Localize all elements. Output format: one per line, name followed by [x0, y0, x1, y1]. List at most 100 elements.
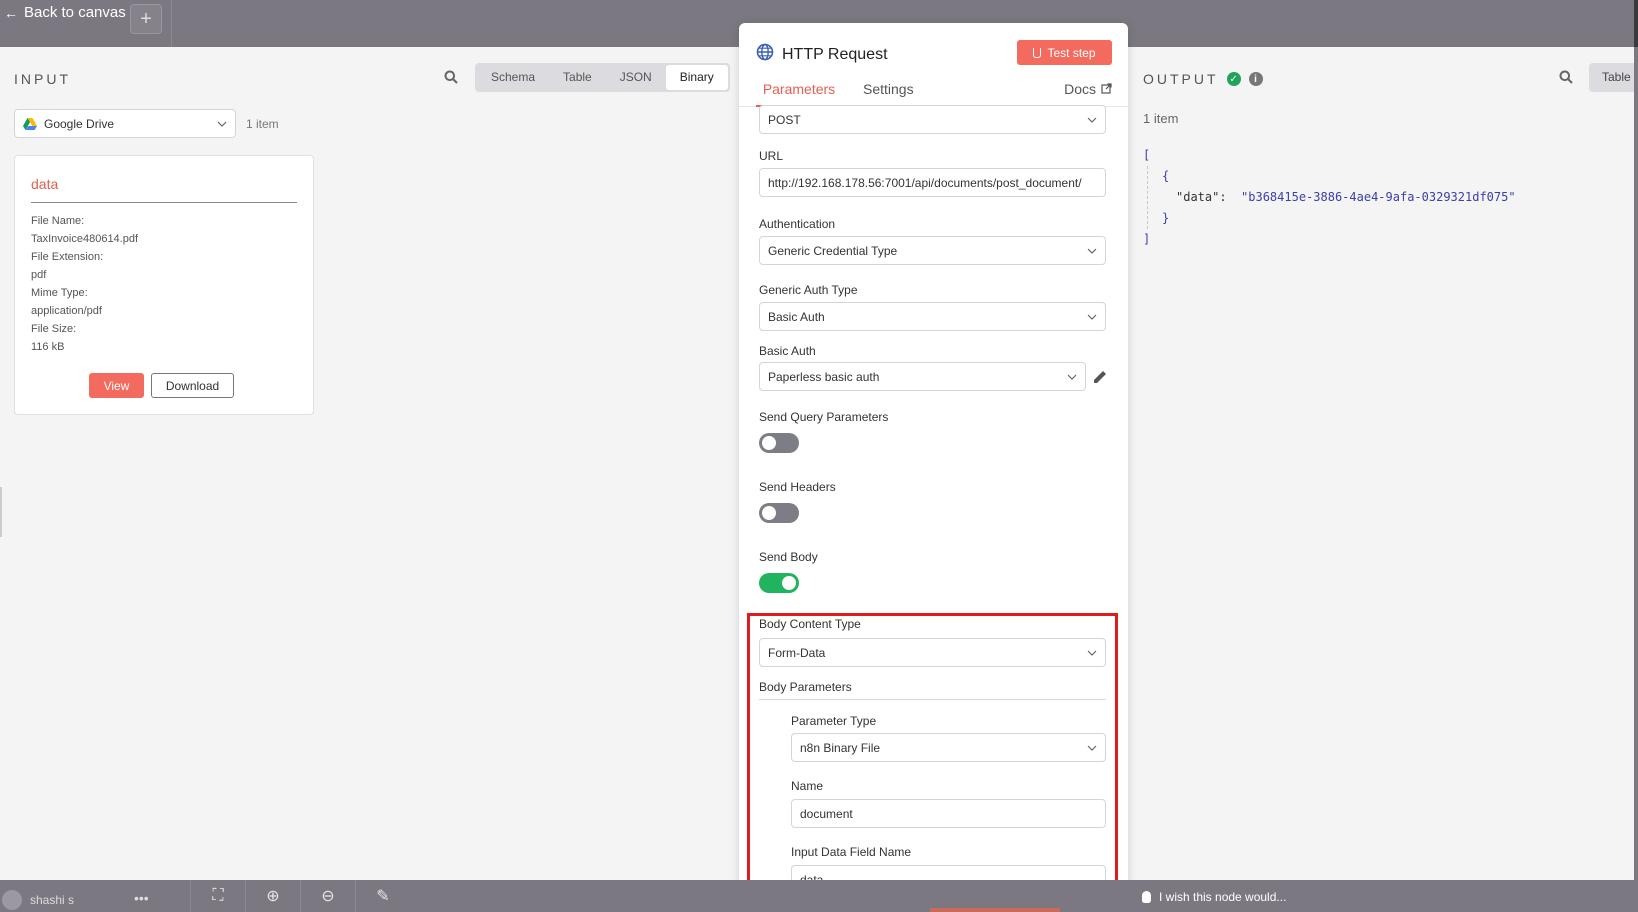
toggle-knob	[782, 576, 796, 590]
node-title-text: HTTP Request	[782, 45, 888, 63]
input-search-icon[interactable]	[444, 70, 458, 89]
body-content-type-label: Body Content Type	[759, 617, 861, 631]
meta-line: TaxInvoice480614.pdf	[31, 233, 139, 245]
output-title: OUTPUT	[1143, 71, 1219, 87]
node-settings-panel: HTTP Request Test step Parameters Settin…	[739, 23, 1128, 903]
output-item-count: 1 item	[1143, 111, 1179, 126]
external-link-icon	[1101, 78, 1112, 100]
generic-auth-type-select[interactable]: Basic Auth	[759, 302, 1106, 331]
parameter-type-select[interactable]: n8n Binary File	[791, 733, 1106, 762]
chevron-down-icon	[1087, 117, 1097, 123]
tab-parameters[interactable]: Parameters	[756, 78, 842, 107]
divider	[171, 0, 172, 47]
scrollbar[interactable]	[1634, 0, 1638, 47]
tidy-up-icon[interactable]: ✎	[355, 880, 410, 912]
parameter-type-label: Parameter Type	[791, 714, 877, 728]
body-content-type-value: Form-Data	[768, 645, 826, 660]
tab-settings[interactable]: Settings	[863, 78, 914, 107]
node-title: HTTP Request	[756, 43, 888, 66]
url-input[interactable]: http://192.168.178.56:7001/api/documents…	[759, 168, 1106, 197]
send-body-label: Send Body	[759, 550, 818, 564]
zoom-out-icon[interactable]: ⊖	[300, 880, 355, 912]
input-view-schema[interactable]: Schema	[477, 65, 549, 90]
success-check-icon: ✓	[1226, 72, 1241, 86]
basic-auth-select[interactable]: Paperless basic auth	[759, 362, 1086, 391]
user-menu[interactable]: shashi s	[2, 890, 74, 910]
input-view-binary[interactable]: Binary	[665, 65, 728, 90]
input-view-table[interactable]: Table	[549, 65, 606, 90]
name-input[interactable]: document	[791, 799, 1106, 828]
download-button[interactable]: Download	[151, 373, 234, 398]
test-step-button[interactable]: Test step	[1017, 40, 1112, 65]
back-to-canvas-label: Back to canvas	[24, 4, 126, 21]
generic-auth-type-value: Basic Auth	[768, 309, 825, 324]
feedback-text: I wish this node would...	[1159, 890, 1287, 904]
toggle-knob	[762, 436, 776, 450]
input-view-switcher: Schema Table JSON Binary	[475, 63, 730, 92]
meta-line: pdf	[31, 269, 47, 281]
json-open-brace: {	[1162, 169, 1170, 183]
meta-line: File Name:	[31, 215, 85, 227]
node-tabs: Parameters Settings Docs	[739, 78, 1128, 107]
input-item-count: 1 item	[246, 117, 279, 131]
info-icon[interactable]: i	[1248, 72, 1263, 86]
lightbulb-icon	[1142, 891, 1151, 903]
meta-line: File Size:	[31, 323, 77, 335]
toggle-knob	[762, 506, 776, 520]
node-parameters: POST URL http://192.168.178.56:7001/api/…	[739, 105, 1128, 903]
left-edge-handle	[0, 487, 2, 537]
chevron-down-icon	[1087, 314, 1097, 320]
input-view-json[interactable]: JSON	[606, 65, 666, 90]
flask-icon	[1033, 47, 1042, 58]
body-parameters-label: Body Parameters	[759, 680, 852, 694]
input-source-select[interactable]: Google Drive	[14, 109, 236, 138]
more-options-icon[interactable]: •••	[134, 890, 149, 906]
arrow-left-icon: ←	[4, 4, 18, 21]
edit-credential-pencil-icon[interactable]	[1092, 369, 1108, 385]
json-open-bracket: [	[1143, 148, 1151, 162]
fit-view-icon[interactable]: ⛶	[190, 880, 245, 912]
input-data-field-label: Input Data Field Name	[791, 845, 912, 859]
parameter-type-value: n8n Binary File	[800, 740, 881, 755]
output-search-icon[interactable]	[1559, 70, 1573, 89]
json-close-brace: }	[1162, 211, 1170, 225]
send-body-toggle[interactable]	[759, 573, 799, 593]
chevron-down-icon	[1067, 374, 1077, 380]
add-node-button[interactable]: +	[130, 4, 162, 34]
divider	[31, 202, 297, 203]
send-headers-label: Send Headers	[759, 480, 836, 494]
output-view-table[interactable]: Table	[1589, 63, 1634, 92]
chevron-down-icon	[1087, 650, 1097, 656]
view-button[interactable]: View	[89, 373, 144, 398]
docs-label: Docs	[1064, 81, 1096, 97]
json-value: "b368415e-3886-4ae4-9afa-0329321df075"	[1241, 190, 1516, 204]
input-title: INPUT	[14, 71, 71, 87]
chevron-down-icon	[1087, 248, 1097, 254]
chevron-down-icon	[217, 121, 227, 127]
user-name: shashi s	[30, 893, 75, 907]
test-step-label: Test step	[1047, 45, 1096, 60]
execute-bar	[930, 908, 1060, 912]
binary-data-card: data File Name: TaxInvoice480614.pdf Fil…	[14, 155, 314, 415]
tab-docs[interactable]: Docs	[1064, 78, 1112, 107]
generic-auth-type-label: Generic Auth Type	[759, 283, 858, 297]
meta-line: File Extension:	[31, 251, 104, 263]
method-select[interactable]: POST	[759, 105, 1106, 134]
output-header: OUTPUT ✓ i	[1143, 71, 1263, 87]
name-value: document	[800, 806, 853, 821]
send-headers-toggle[interactable]	[759, 503, 799, 523]
name-label: Name	[791, 779, 824, 793]
globe-icon	[756, 43, 774, 66]
send-query-toggle[interactable]	[759, 433, 799, 453]
back-to-canvas-link[interactable]: ← Back to canvas	[4, 4, 126, 21]
body-content-type-select[interactable]: Form-Data	[759, 638, 1106, 667]
zoom-in-icon[interactable]: ⊕	[245, 880, 300, 912]
meta-line: application/pdf	[31, 305, 102, 317]
chevron-down-icon	[1087, 745, 1097, 751]
input-source-value: Google Drive	[44, 116, 115, 131]
authentication-select[interactable]: Generic Credential Type	[759, 236, 1106, 265]
feedback-link[interactable]: I wish this node would...	[1142, 890, 1286, 904]
json-entry: "data": "b368415e-3886-4ae4-9afa-0329321…	[1162, 187, 1516, 208]
canvas-zoom-controls: ⛶ ⊕ ⊖ ✎	[190, 880, 410, 912]
binary-metadata: File Name: TaxInvoice480614.pdf File Ext…	[31, 212, 138, 356]
